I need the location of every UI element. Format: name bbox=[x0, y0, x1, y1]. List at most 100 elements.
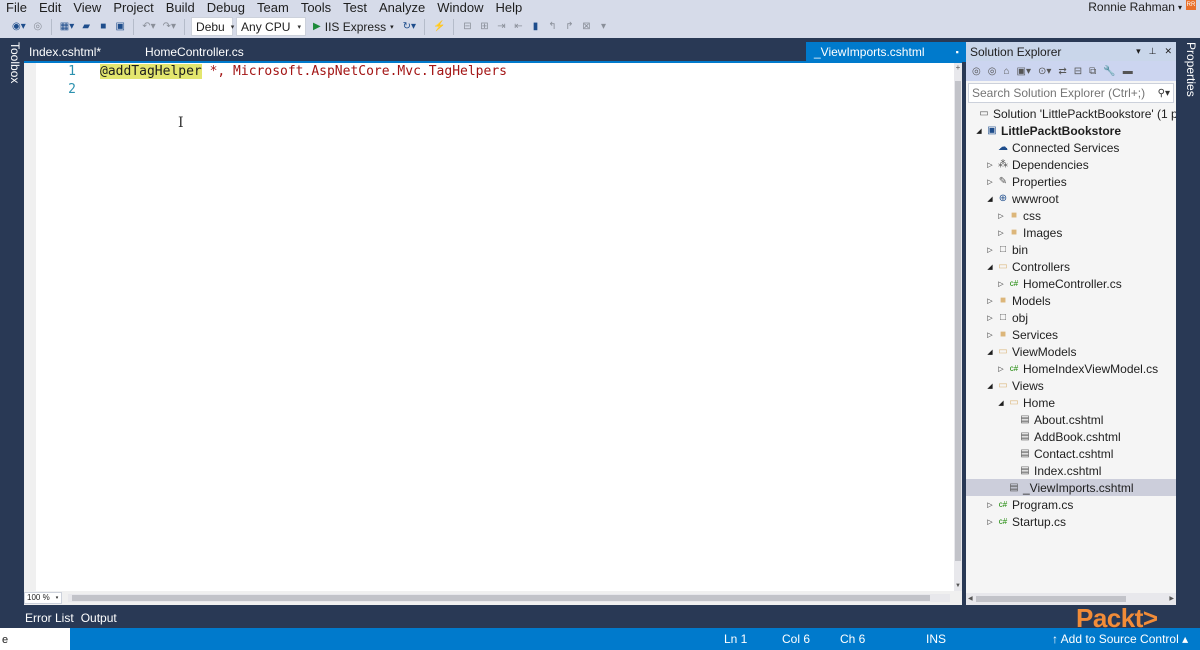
tree-item[interactable]: ▤ Index.cshtml bbox=[966, 462, 1176, 479]
find-in-files-icon[interactable]: ⊟ bbox=[460, 18, 474, 36]
collapsed-arrow-icon[interactable]: ▷ bbox=[996, 365, 1006, 373]
prev-bookmark-icon[interactable]: ↰ bbox=[545, 18, 559, 36]
tree-item[interactable]: ◢ ▭ Views bbox=[966, 377, 1176, 394]
tree-item[interactable]: ▤ About.cshtml bbox=[966, 411, 1176, 428]
open-file-icon[interactable]: ▰ bbox=[79, 18, 93, 36]
scroll-down-icon[interactable]: ▼ bbox=[954, 583, 962, 589]
tab-homecontroller-cs[interactable]: HomeController.cs bbox=[140, 42, 249, 62]
home-icon[interactable]: ⌂ bbox=[1001, 63, 1011, 79]
collapsed-arrow-icon[interactable]: ▷ bbox=[996, 280, 1006, 288]
user-account[interactable]: Ronnie Rahman ▾ bbox=[1088, 0, 1182, 14]
navigate-forward-icon[interactable]: ◎ bbox=[31, 18, 45, 36]
expanded-arrow-icon[interactable]: ◢ bbox=[985, 263, 995, 271]
collapsed-arrow-icon[interactable]: ▷ bbox=[985, 314, 995, 322]
start-debugging-button[interactable]: ▶ IIS Express ▾ bbox=[309, 20, 398, 34]
tree-item[interactable]: ▷ ■ Images bbox=[966, 224, 1176, 241]
tree-item[interactable]: ▷ c# Program.cs bbox=[966, 496, 1176, 513]
tree-item[interactable]: ▤ AddBook.cshtml bbox=[966, 428, 1176, 445]
redo-icon[interactable]: ↷▾ bbox=[161, 18, 178, 36]
tree-item[interactable]: ◢ ▭ Controllers bbox=[966, 258, 1176, 275]
solution-search-input[interactable] bbox=[972, 86, 1158, 100]
expanded-arrow-icon[interactable]: ◢ bbox=[996, 399, 1006, 407]
tree-item[interactable]: ▷ ■ Services bbox=[966, 326, 1176, 343]
expanded-arrow-icon[interactable]: ◢ bbox=[974, 127, 984, 135]
code-text[interactable]: @addTagHelper *, Microsoft.AspNetCore.Mv… bbox=[100, 63, 507, 99]
pin-icon[interactable]: ▪ bbox=[956, 42, 959, 62]
next-bookmark-icon[interactable]: ↱ bbox=[562, 18, 576, 36]
preview-icon[interactable]: ▬ bbox=[1121, 63, 1135, 79]
collapsed-arrow-icon[interactable]: ▷ bbox=[996, 212, 1006, 220]
save-all-icon[interactable]: ▣ bbox=[113, 18, 127, 36]
refresh-icon[interactable]: ↻▾ bbox=[401, 18, 418, 36]
tab-index-cshtml[interactable]: Index.cshtml* bbox=[24, 42, 106, 62]
menu-edit[interactable]: Edit bbox=[33, 0, 67, 15]
toolbox-tab[interactable]: Toolbox bbox=[2, 42, 22, 92]
scroll-left-icon[interactable]: ◀ bbox=[968, 593, 973, 605]
menu-test[interactable]: Test bbox=[337, 0, 373, 15]
tree-item[interactable]: ▷ c# HomeController.cs bbox=[966, 275, 1176, 292]
code-line[interactable] bbox=[100, 81, 507, 99]
sync-icon[interactable]: ⇄ bbox=[1056, 63, 1068, 79]
tree-item[interactable]: ☁ Connected Services bbox=[966, 139, 1176, 156]
expanded-arrow-icon[interactable]: ◢ bbox=[985, 382, 995, 390]
indent-icon[interactable]: ⇥ bbox=[494, 18, 508, 36]
pin-icon[interactable]: ⊥ bbox=[1149, 46, 1157, 57]
solution-configuration-select[interactable]: Debu ▾ bbox=[191, 17, 234, 36]
collapse-all-icon[interactable]: ⊟ bbox=[1072, 63, 1084, 79]
tab-error-list[interactable]: Error List bbox=[24, 610, 78, 626]
properties-tab[interactable]: Properties bbox=[1178, 42, 1198, 102]
search-icon[interactable]: ⚲▾ bbox=[1158, 88, 1170, 99]
scroll-right-icon[interactable]: ▶ bbox=[1169, 593, 1174, 605]
collapsed-arrow-icon[interactable]: ▷ bbox=[996, 229, 1006, 237]
add-to-source-control-button[interactable]: ↑ Add to Source Control ▴ bbox=[1052, 632, 1188, 646]
tree-item[interactable]: ▷ ✎ Properties bbox=[966, 173, 1176, 190]
tree-item[interactable]: ◢ ▭ ViewModels bbox=[966, 343, 1176, 360]
expanded-arrow-icon[interactable]: ◢ bbox=[985, 195, 995, 203]
tree-item[interactable]: ▷ □ bin bbox=[966, 241, 1176, 258]
tab-output[interactable]: Output bbox=[80, 610, 121, 626]
new-project-icon[interactable]: ▦▾ bbox=[58, 18, 76, 36]
menu-file[interactable]: File bbox=[0, 0, 33, 15]
solution-platform-select[interactable]: Any CPU ▾ bbox=[236, 17, 307, 36]
collapsed-arrow-icon[interactable]: ▷ bbox=[985, 246, 995, 254]
zoom-select[interactable]: 100 % ▾ bbox=[24, 592, 62, 604]
chevron-down-icon[interactable]: ▾ bbox=[1178, 3, 1182, 12]
tree-item[interactable]: ◢ ▭ Home bbox=[966, 394, 1176, 411]
user-name[interactable]: Ronnie Rahman bbox=[1088, 0, 1175, 14]
code-line[interactable]: @addTagHelper *, Microsoft.AspNetCore.Mv… bbox=[100, 63, 507, 81]
tree-item[interactable]: ▷ ⁂ Dependencies bbox=[966, 156, 1176, 173]
menu-project[interactable]: Project bbox=[107, 0, 159, 15]
tree-item[interactable]: ▷ ■ Models bbox=[966, 292, 1176, 309]
forward-icon[interactable]: ◎ bbox=[986, 63, 999, 79]
clear-bookmarks-icon[interactable]: ⊠ bbox=[579, 18, 593, 36]
tree-item[interactable]: ▤ _ViewImports.cshtml bbox=[966, 479, 1176, 496]
tree-item[interactable]: ▤ Contact.cshtml bbox=[966, 445, 1176, 462]
collapsed-arrow-icon[interactable]: ▷ bbox=[985, 161, 995, 169]
collapsed-arrow-icon[interactable]: ▷ bbox=[985, 518, 995, 526]
tree-item[interactable]: ▭ Solution 'LittlePacktBookstore' (1 pr bbox=[966, 105, 1176, 122]
back-icon[interactable]: ◎ bbox=[970, 63, 983, 79]
menu-build[interactable]: Build bbox=[160, 0, 201, 15]
tree-item[interactable]: ◢ ⊕ wwwroot bbox=[966, 190, 1176, 207]
editor-vertical-scrollbar[interactable]: + ▼ bbox=[954, 63, 962, 591]
menu-debug[interactable]: Debug bbox=[201, 0, 251, 15]
properties-icon[interactable]: 🔧 bbox=[1101, 63, 1117, 79]
tree-item[interactable]: ▷ □ obj bbox=[966, 309, 1176, 326]
tree-item[interactable]: ▷ c# HomeIndexViewModel.cs bbox=[966, 360, 1176, 377]
expanded-arrow-icon[interactable]: ◢ bbox=[985, 348, 995, 356]
switch-views-icon[interactable]: ▣▾ bbox=[1015, 63, 1033, 79]
save-icon[interactable]: ■ bbox=[96, 18, 110, 36]
scrollbar-thumb[interactable] bbox=[955, 81, 961, 561]
user-badge[interactable]: RR bbox=[1186, 0, 1196, 10]
toolbar-overflow-icon[interactable]: ▾ bbox=[596, 18, 610, 36]
outdent-icon[interactable]: ⇤ bbox=[511, 18, 525, 36]
collapsed-arrow-icon[interactable]: ▷ bbox=[985, 297, 995, 305]
collapsed-arrow-icon[interactable]: ▷ bbox=[985, 501, 995, 509]
tree-item[interactable]: ◢ ▣ LittlePacktBookstore bbox=[966, 122, 1176, 139]
solution-search-box[interactable]: ⚲▾ bbox=[968, 83, 1174, 103]
pending-changes-icon[interactable]: ⊙▾ bbox=[1036, 63, 1053, 79]
chevron-down-icon[interactable]: ▾ bbox=[1136, 46, 1141, 57]
collapsed-arrow-icon[interactable]: ▷ bbox=[985, 178, 995, 186]
show-all-files-icon[interactable]: ⧉ bbox=[1087, 63, 1098, 79]
undo-icon[interactable]: ↶▾ bbox=[140, 18, 157, 36]
